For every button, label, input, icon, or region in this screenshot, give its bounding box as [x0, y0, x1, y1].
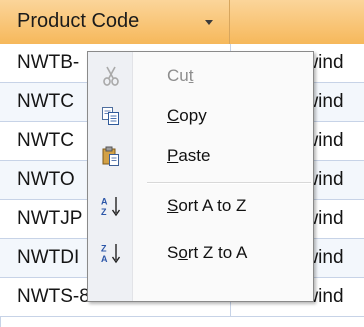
- product-code-cell[interactable]: NWTS-8: [17, 285, 90, 309]
- context-menu: Cut Copy Paste A Z Sort A to Z Z A Sort …: [87, 51, 314, 302]
- menu-item-label: Cut: [167, 66, 194, 85]
- svg-text:A: A: [101, 197, 108, 207]
- paste-icon: [100, 145, 122, 167]
- access-datasheet-window: Product Code NWTB- Northwind NWTC Northw…: [0, 0, 364, 327]
- sort-descending-icon: Z A: [100, 242, 122, 264]
- column-header-product-code[interactable]: Product Code: [0, 0, 230, 44]
- product-code-cell[interactable]: NWTO: [17, 168, 75, 192]
- cut-icon: [100, 65, 122, 87]
- product-code-cell[interactable]: NWTB-: [17, 51, 79, 75]
- menu-item-sort-a-to-z[interactable]: A Z Sort A to Z: [88, 186, 313, 226]
- column-header-row: Product Code: [0, 0, 364, 45]
- filter-dropdown-arrow-icon[interactable]: [205, 20, 213, 25]
- product-code-cell[interactable]: NWTJP: [17, 207, 82, 231]
- svg-text:A: A: [101, 254, 108, 264]
- column-header-label: Product Code: [17, 10, 140, 32]
- column-header-supplier[interactable]: [230, 0, 364, 44]
- copy-icon: [100, 105, 122, 127]
- sort-ascending-icon: A Z: [100, 195, 122, 217]
- svg-text:Z: Z: [101, 244, 107, 254]
- svg-text:Z: Z: [101, 207, 107, 217]
- menu-item-copy[interactable]: Copy: [88, 96, 313, 136]
- product-code-cell[interactable]: NWTC: [17, 129, 74, 153]
- menu-item-label: Sort Z to A: [167, 243, 248, 262]
- product-code-cell[interactable]: NWTC: [17, 90, 74, 114]
- menu-separator: [147, 182, 311, 184]
- menu-item-sort-z-to-a[interactable]: Z A Sort Z to A: [88, 233, 313, 273]
- menu-item-label: Copy: [167, 106, 207, 125]
- menu-item-label: Paste: [167, 146, 211, 165]
- menu-item-paste[interactable]: Paste: [88, 136, 313, 176]
- product-code-cell[interactable]: NWTDI: [17, 246, 79, 270]
- menu-item-label: Sort A to Z: [167, 196, 247, 215]
- menu-item-cut[interactable]: Cut: [88, 56, 313, 96]
